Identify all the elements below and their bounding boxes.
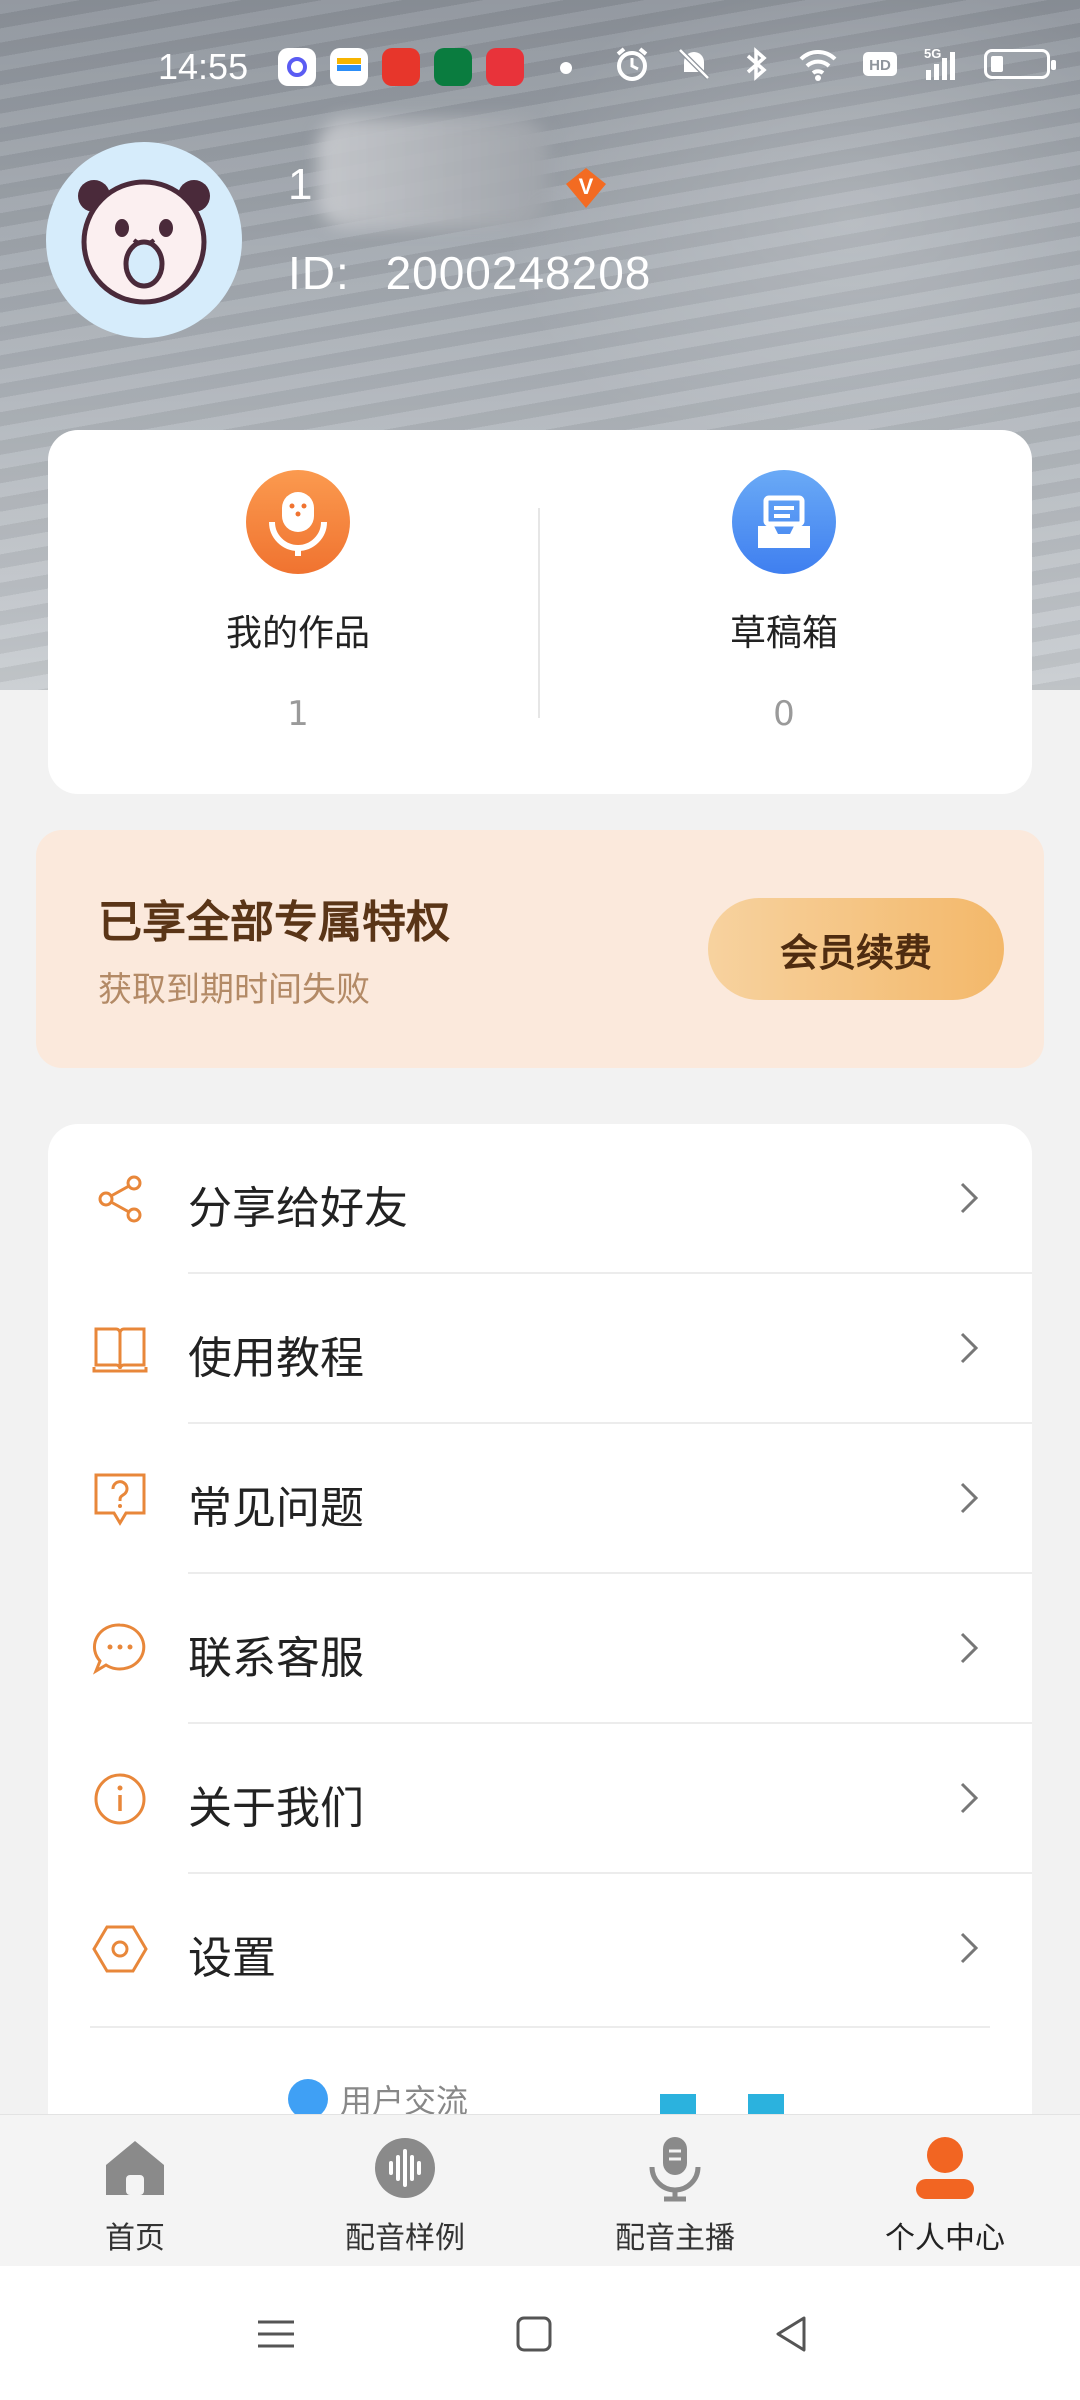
alarm-icon	[616, 47, 648, 81]
menu-lines-icon[interactable]	[252, 2310, 300, 2358]
qq-icon	[288, 2079, 328, 2119]
tab-label-profile: 个人中心	[885, 2221, 1005, 2256]
question-icon	[94, 1473, 146, 1526]
drafts-label: 草稿箱	[729, 613, 838, 654]
menu-label-faq: 常见问题	[188, 1483, 364, 1534]
drafts-entry[interactable]: 草稿箱 0	[584, 470, 984, 734]
vip-renew-button[interactable]: 会员续费	[708, 898, 1004, 1000]
chat-icon	[92, 1623, 146, 1675]
chevron-right-icon	[960, 1782, 979, 1814]
share-icon	[98, 1175, 142, 1223]
tab-home[interactable]: 首页	[25, 2133, 245, 2257]
microphone-icon	[246, 470, 350, 574]
quark-app-icon	[278, 48, 316, 86]
info-icon	[94, 1773, 146, 1825]
signal-5g-icon: 5G	[924, 46, 955, 80]
book-icon	[92, 1327, 148, 1373]
my-works-entry[interactable]: 我的作品 1	[98, 470, 498, 734]
hd-icon: HD	[863, 52, 897, 76]
settings-hex-icon	[92, 1925, 148, 1973]
menu-label-about: 关于我们	[188, 1783, 364, 1834]
menu-label-settings: 设置	[188, 1933, 276, 1984]
menu-item-tutorial[interactable]: 使用教程	[48, 1274, 1032, 1424]
person-icon	[916, 2137, 974, 2199]
tab-profile[interactable]: 个人中心	[835, 2133, 1055, 2257]
menu-divider	[90, 2026, 990, 2028]
back-triangle-icon[interactable]	[768, 2310, 816, 2358]
notification-dot	[560, 62, 572, 74]
bluetooth-icon	[746, 47, 767, 81]
home-icon	[106, 2141, 164, 2195]
user-id: ID: 2000248208	[288, 246, 651, 300]
mute-icon	[678, 48, 710, 80]
chevron-right-icon	[960, 1332, 979, 1364]
chevron-right-icon	[960, 1632, 979, 1664]
my-works-label: 我的作品	[225, 613, 370, 654]
toutiao-app-icon	[486, 48, 524, 86]
chevron-right-icon	[960, 1932, 979, 1964]
status-time: 14:55	[158, 46, 249, 87]
wallet-app-icon	[330, 48, 368, 86]
oppo-app-icon	[434, 48, 472, 86]
home-square-icon[interactable]	[510, 2310, 558, 2358]
bottom-tab-bar: 首页 配音样例 配音主播 个人中心	[0, 2114, 1080, 2267]
battery-icon	[984, 49, 1056, 79]
menu-item-faq[interactable]: 常见问题	[48, 1424, 1032, 1574]
username: 1	[288, 160, 313, 209]
works-card: 我的作品 1 草稿箱 0	[48, 430, 1032, 794]
svg-text:V: V	[579, 174, 594, 199]
svg-text:5G: 5G	[924, 46, 941, 61]
user-id-value: 2000248208	[385, 247, 652, 299]
drafts-count: 0	[773, 694, 795, 734]
chevron-right-icon	[960, 1482, 979, 1514]
menu-item-about[interactable]: 关于我们	[48, 1724, 1032, 1874]
waveform-icon	[375, 2138, 435, 2198]
my-works-count: 1	[287, 694, 309, 734]
vip-subtitle: 获取到期时间失败	[98, 970, 370, 1010]
wifi-icon	[799, 49, 837, 81]
status-bar: 14:55 HD 5G	[0, 0, 1080, 140]
avatar[interactable]	[46, 142, 242, 338]
tab-anchors[interactable]: 配音主播	[565, 2133, 785, 2257]
panda-avatar-icon	[48, 144, 240, 336]
tab-label-samples: 配音样例	[345, 2221, 465, 2256]
tab-label-anchors: 配音主播	[615, 2221, 735, 2256]
vip-badge-icon: V	[566, 168, 606, 208]
system-nav-bar	[0, 2266, 1080, 2400]
menu-label-tutorial: 使用教程	[188, 1333, 364, 1384]
menu-card: 分享给好友 使用教程 常见问题 联系客服 关于我们 设置 用户交流	[48, 1124, 1032, 2144]
chevron-right-icon	[960, 1182, 979, 1214]
tab-label-home: 首页	[105, 2221, 165, 2256]
anchor-mic-icon	[649, 2137, 701, 2202]
vip-title: 已享全部专属特权	[98, 897, 450, 948]
menu-label-share: 分享给好友	[188, 1183, 408, 1234]
inbox-icon	[732, 470, 836, 574]
menu-label-support: 联系客服	[188, 1633, 364, 1684]
svg-text:HD: HD	[869, 57, 891, 74]
menu-item-share[interactable]: 分享给好友	[48, 1124, 1032, 1274]
menu-item-settings[interactable]: 设置	[48, 1874, 1032, 2024]
works-divider	[538, 508, 540, 718]
tab-samples[interactable]: 配音样例	[295, 2133, 515, 2257]
shopping-app-icon	[382, 48, 420, 86]
menu-item-support[interactable]: 联系客服	[48, 1574, 1032, 1724]
user-id-label: ID:	[288, 247, 350, 299]
vip-card: 已享全部专属特权 获取到期时间失败 会员续费	[36, 830, 1044, 1068]
